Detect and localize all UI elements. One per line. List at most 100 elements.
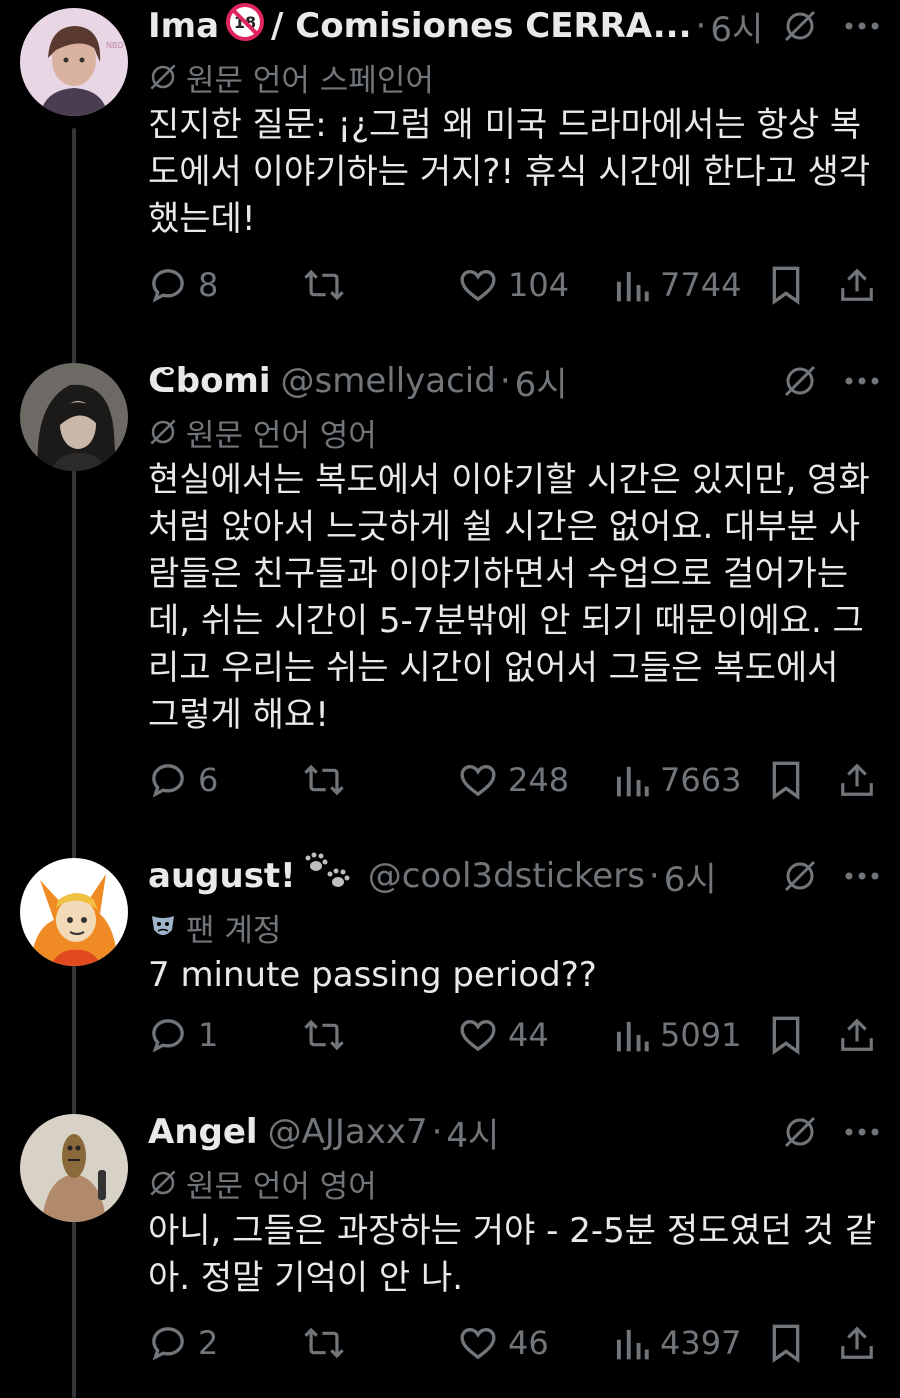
retweet-button[interactable] [303,260,355,310]
like-icon [460,1327,496,1360]
handle[interactable]: @cool3dstickers [368,856,645,896]
more-icon[interactable] [844,871,880,881]
grok-slash-icon [148,417,178,447]
avatar[interactable] [20,858,128,966]
reply-count: 8 [198,266,219,304]
share-button[interactable] [838,755,876,805]
reply-button[interactable]: 8 [148,260,218,310]
timestamp[interactable]: 6시 [664,852,717,901]
tweet-text: 진지한 질문: ¡¿그럼 왜 미국 드라마에서는 항상 복도에서 이야기하는 거… [148,105,871,239]
translation-text: 원문 언어 스페인어 [186,62,434,99]
tweet-header: Ima 18 / Comisiones CERRA... · 6시 [148,0,880,52]
share-icon [841,268,873,301]
bookmark-icon [772,1324,800,1363]
like-count: 248 [508,761,570,799]
reply-button[interactable]: 6 [148,755,218,805]
bookmark-button[interactable] [768,1318,804,1368]
grok-slash-icon [148,1168,178,1198]
translation-text: 원문 언어 영어 [186,417,377,454]
tweet-3[interactable]: august! @cool3dstickers · 6시 팬 계정 7 minu… [0,850,900,1070]
like-button[interactable]: 46 [458,1318,549,1368]
reply-count: 1 [198,1016,219,1054]
bookmark-icon [772,1016,800,1055]
bookmark-button[interactable] [768,1010,804,1060]
avatar[interactable] [20,363,128,471]
views-button[interactable]: 7663 [614,755,741,805]
handle[interactable]: @smellyacid [281,361,496,401]
views-count: 7744 [660,266,742,304]
separator-dot: · [431,1112,443,1152]
reply-count: 6 [198,761,219,799]
reply-icon [152,764,184,798]
retweet-button[interactable] [303,1010,355,1060]
grok-slash-icon[interactable] [782,1114,818,1150]
avatar[interactable]: NBD [20,8,128,116]
fan-account-label: 팬 계정 [148,902,880,952]
display-name[interactable]: Angel [148,1112,258,1152]
grok-slash-icon[interactable] [782,8,818,44]
translation-label[interactable]: 원문 언어 영어 [148,407,880,457]
reply-count: 2 [198,1324,219,1362]
separator-dot: · [648,856,660,896]
separator-dot: · [499,361,511,401]
tweet-4[interactable]: Angel @AJJaxx7 · 4시 원문 언어 영어 아니, 그들은 과장하… [0,1106,900,1398]
reply-button[interactable]: 2 [148,1318,218,1368]
tweet-actions: 8 104 7744 [0,260,900,310]
tweet-header: august! @cool3dstickers · 6시 [148,850,880,902]
display-name[interactable]: august! [148,856,296,896]
tweet-header: Angel @AJJaxx7 · 4시 [148,1106,880,1158]
share-icon [841,1018,873,1051]
views-count: 7663 [660,761,742,799]
display-name-suffix[interactable]: / Comisiones CERRA... [271,6,691,46]
grok-slash-icon[interactable] [782,858,818,894]
share-icon [841,1326,873,1359]
display-name[interactable]: Ima [148,6,219,46]
tweet-actions: 6 248 7663 [0,755,900,805]
more-icon[interactable] [844,376,880,386]
more-icon[interactable] [844,21,880,31]
display-name[interactable]: ᕦbomi [148,361,271,401]
bookmark-button[interactable] [768,755,804,805]
avatar[interactable] [20,1114,128,1222]
bookmark-icon [772,761,800,800]
handle[interactable]: @AJJaxx7 [268,1112,428,1152]
retweet-icon [304,269,344,301]
tweet-actions: 2 46 4397 [0,1318,900,1368]
timestamp[interactable]: 6시 [515,357,568,406]
views-icon [616,1021,649,1052]
reply-button[interactable]: 1 [148,1010,218,1060]
separator-dot: · [695,6,707,46]
bookmark-button[interactable] [768,260,804,310]
like-icon [460,764,496,797]
grok-slash-icon[interactable] [782,363,818,399]
share-button[interactable] [838,1010,876,1060]
retweet-button[interactable] [303,755,355,805]
tweet-2[interactable]: ᕦbomi @smellyacid · 6시 원문 언어 영어 현실에서는 복도… [0,355,900,825]
retweet-icon [304,764,344,796]
views-button[interactable]: 7744 [614,260,741,310]
timestamp[interactable]: 4시 [446,1108,499,1157]
views-button[interactable]: 5091 [614,1010,741,1060]
translation-label[interactable]: 원문 언어 영어 [148,1158,880,1208]
tweet-1[interactable]: NBD Ima 18 / Comisiones CERRA... · 6시 [0,0,900,330]
timestamp[interactable]: 6시 [710,2,763,51]
views-button[interactable]: 4397 [614,1318,741,1368]
retweet-button[interactable] [303,1318,355,1368]
more-icon[interactable] [844,1127,880,1137]
like-button[interactable]: 248 [458,755,569,805]
translation-text: 원문 언어 영어 [186,1168,377,1205]
views-icon [616,766,649,797]
reply-icon [152,269,184,303]
paw-prints-icon [302,852,352,901]
share-button[interactable] [838,1318,876,1368]
like-count: 46 [508,1324,549,1362]
share-button[interactable] [838,260,876,310]
retweet-icon [304,1019,344,1051]
like-button[interactable]: 104 [458,260,569,310]
fan-account-text: 팬 계정 [186,912,282,949]
share-icon [841,763,873,796]
like-count: 44 [508,1016,549,1054]
grok-slash-icon [148,62,178,92]
like-button[interactable]: 44 [458,1010,549,1060]
translation-label[interactable]: 원문 언어 스페인어 [148,52,880,102]
